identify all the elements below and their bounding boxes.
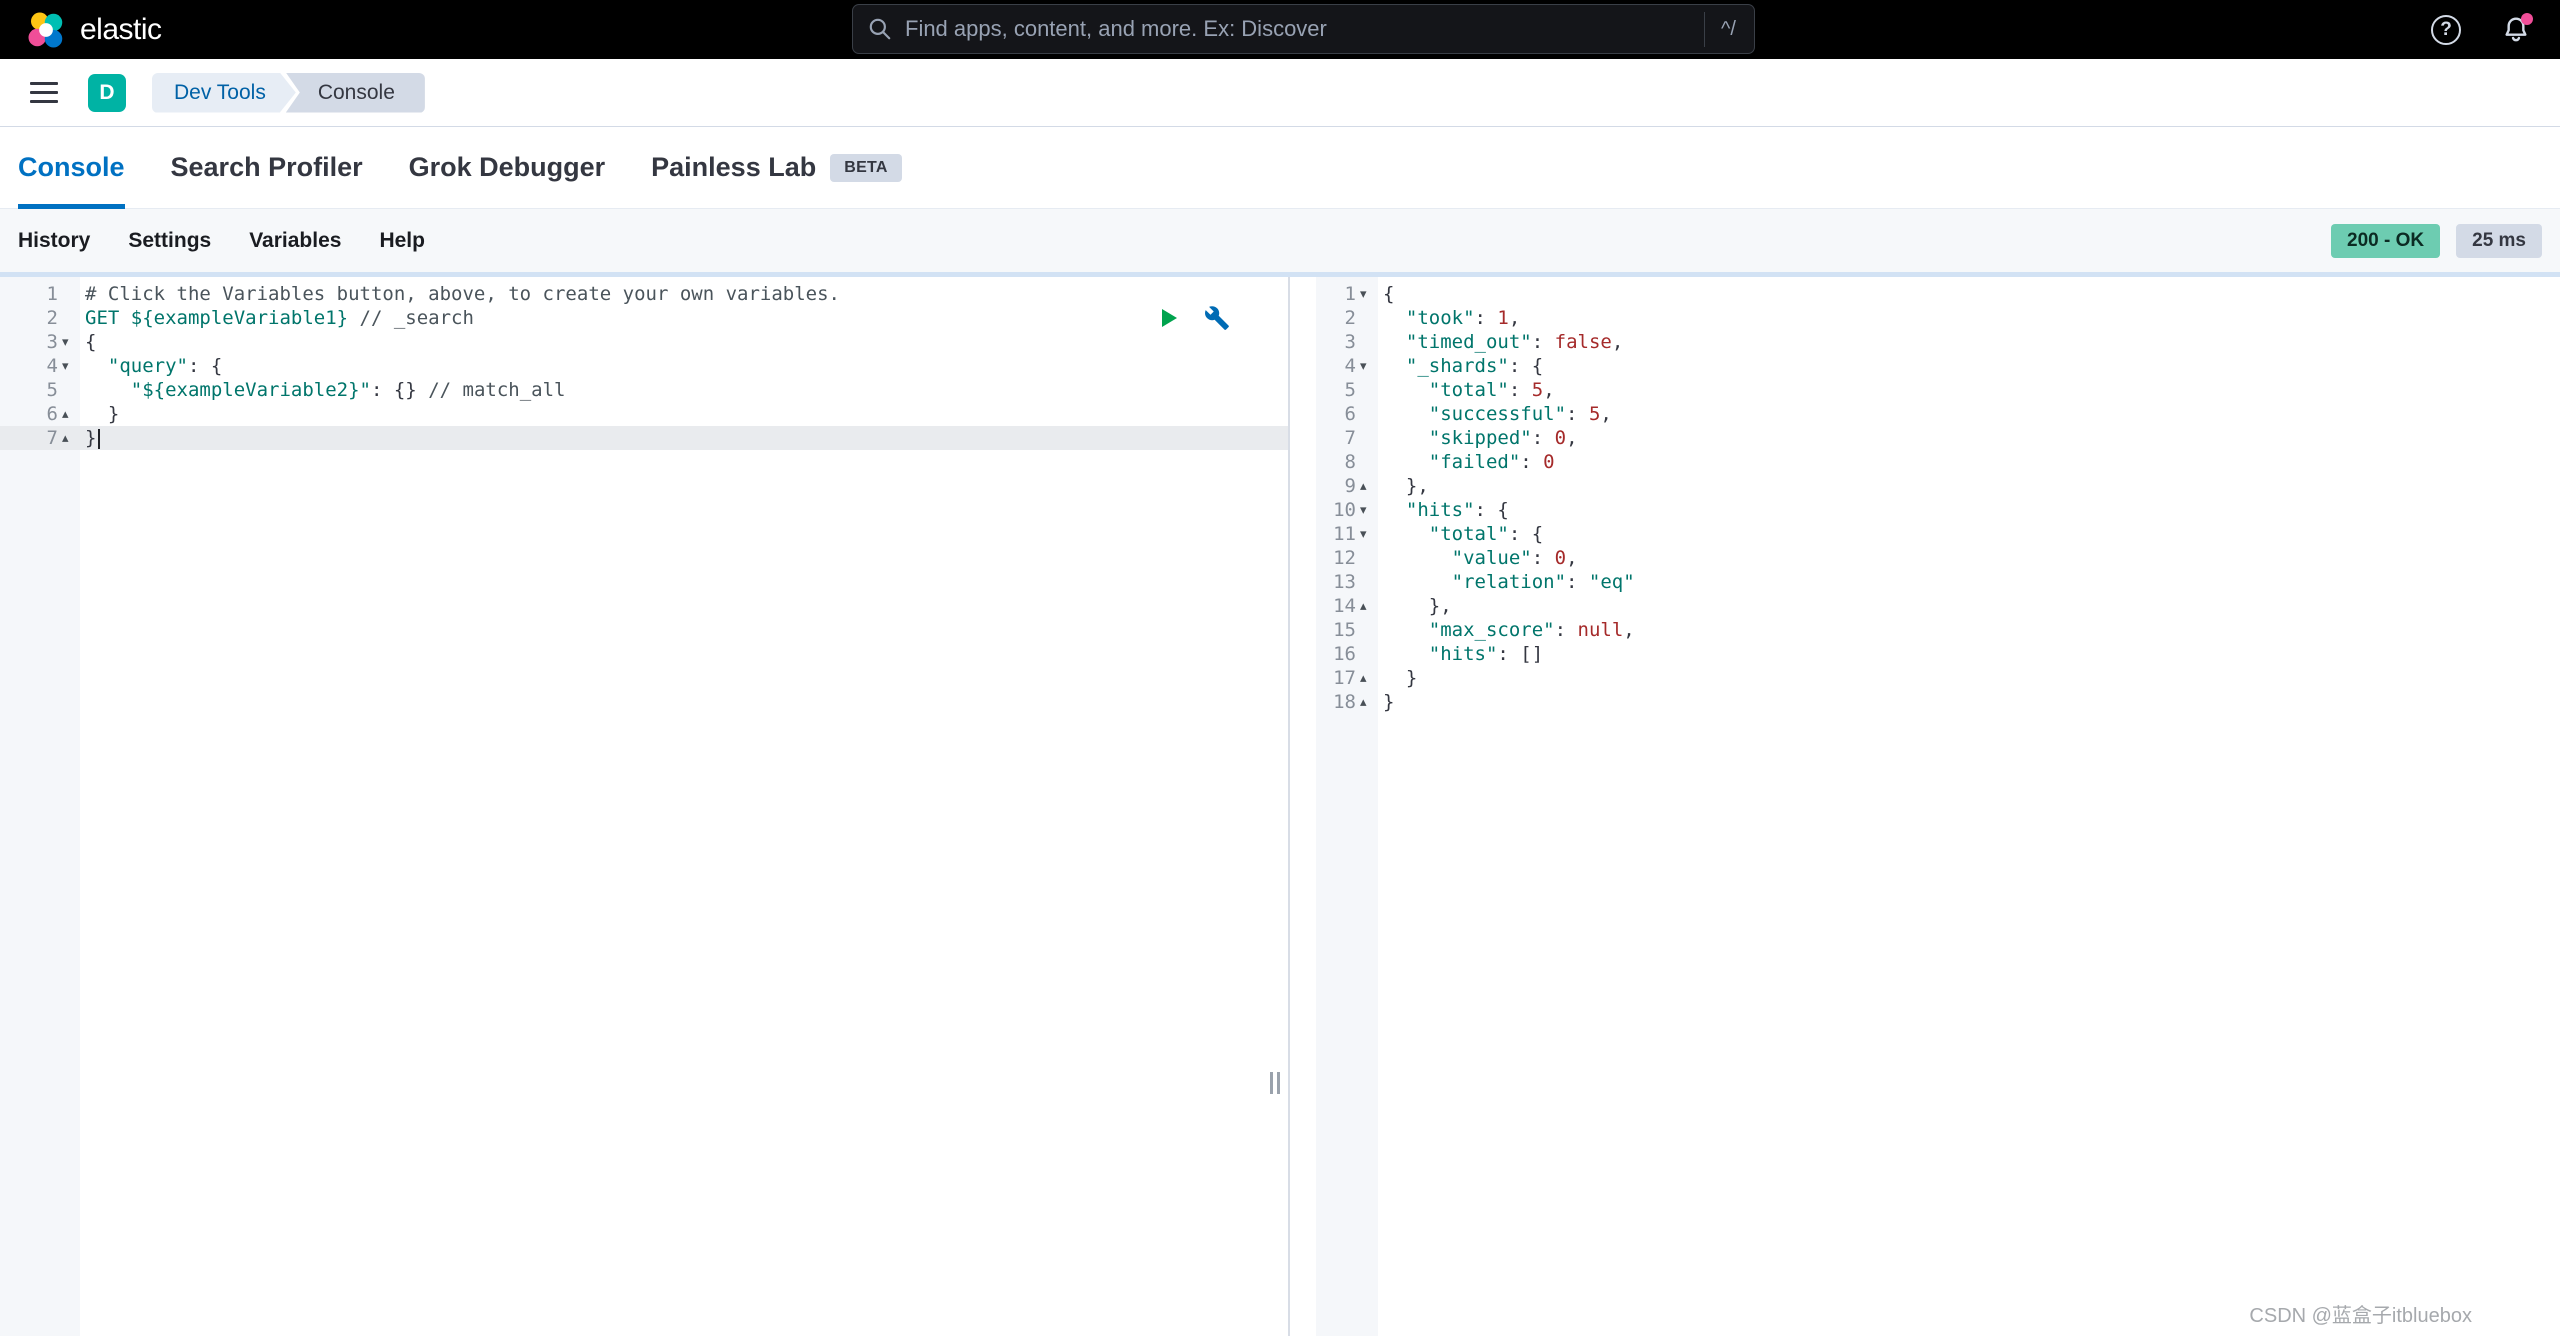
response-code: { "took": 1, "timed_out": false, "_shard… — [1378, 277, 2560, 1336]
global-header: elastic ^/ ? — [0, 0, 2560, 59]
history-menu[interactable]: History — [18, 229, 90, 253]
editor-region: 123▾4▾56▴7▴ # Click the Variables button… — [0, 272, 2560, 1336]
wrench-icon — [1204, 305, 1230, 331]
breadcrumb: Dev Tools Console — [152, 73, 425, 113]
response-time-badge: 25 ms — [2456, 224, 2542, 258]
play-icon — [1156, 306, 1180, 330]
help-button[interactable]: ? — [2426, 10, 2466, 50]
breadcrumb-dev-tools[interactable]: Dev Tools — [152, 73, 296, 113]
global-search-input[interactable] — [905, 16, 1704, 42]
response-viewer: 1▾234▾56789▴10▾11▾121314▴151617▴18▴ { "t… — [1316, 277, 2560, 1336]
variables-menu[interactable]: Variables — [249, 229, 341, 253]
settings-menu[interactable]: Settings — [128, 229, 211, 253]
tab-search-profiler[interactable]: Search Profiler — [171, 127, 363, 208]
console-toolbar: History Settings Variables Help 200 - OK… — [0, 209, 2560, 272]
kibana-console-page: elastic ^/ ? — [0, 0, 2560, 1336]
pane-resizer-grip-icon[interactable] — [1270, 1072, 1280, 1094]
deployment-badge[interactable]: D — [88, 74, 126, 112]
dev-tools-tabs: Console Search Profiler Grok Debugger Pa… — [0, 127, 2560, 209]
request-gutter: 123▾4▾56▴7▴ — [0, 277, 80, 1336]
tab-console[interactable]: Console — [18, 127, 125, 208]
request-options-button[interactable] — [1204, 305, 1230, 331]
tab-painless-lab-label: Painless Lab — [651, 152, 816, 183]
breadcrumb-console: Console — [286, 73, 425, 113]
response-status-group: 200 - OK 25 ms — [2331, 224, 2542, 258]
search-icon — [867, 16, 893, 42]
tab-grok-debugger[interactable]: Grok Debugger — [409, 127, 606, 208]
menu-button[interactable] — [26, 78, 62, 107]
notification-dot — [2521, 13, 2533, 25]
help-menu[interactable]: Help — [379, 229, 425, 253]
tab-painless-lab[interactable]: Painless Lab BETA — [651, 127, 902, 208]
watermark: CSDN @蓝盒子itbluebox — [2249, 1299, 2472, 1328]
search-shortcut-key: ^/ — [1704, 12, 1740, 47]
request-editor[interactable]: 123▾4▾56▴7▴ # Click the Variables button… — [0, 277, 1288, 1336]
notifications-button[interactable] — [2496, 10, 2536, 50]
logo-text: elastic — [80, 13, 162, 47]
send-request-button[interactable] — [1156, 306, 1180, 330]
header-icons: ? — [2426, 0, 2536, 59]
beta-badge: BETA — [830, 154, 902, 182]
tab-search-profiler-label: Search Profiler — [171, 152, 363, 183]
response-gutter: 1▾234▾56789▴10▾11▾121314▴151617▴18▴ — [1316, 277, 1378, 1336]
request-actions — [1156, 305, 1230, 331]
global-search-bar[interactable]: ^/ — [852, 4, 1755, 54]
elastic-home-link[interactable]: elastic — [26, 10, 162, 50]
help-icon: ? — [2431, 15, 2461, 45]
request-code[interactable]: # Click the Variables button, above, to … — [80, 277, 1288, 1336]
breadcrumb-bar: D Dev Tools Console — [0, 59, 2560, 127]
pane-resizer[interactable] — [1288, 277, 1290, 1336]
tab-grok-debugger-label: Grok Debugger — [409, 152, 606, 183]
response-status-badge: 200 - OK — [2331, 224, 2440, 258]
tab-console-label: Console — [18, 152, 125, 183]
elastic-logo-icon — [26, 10, 66, 50]
